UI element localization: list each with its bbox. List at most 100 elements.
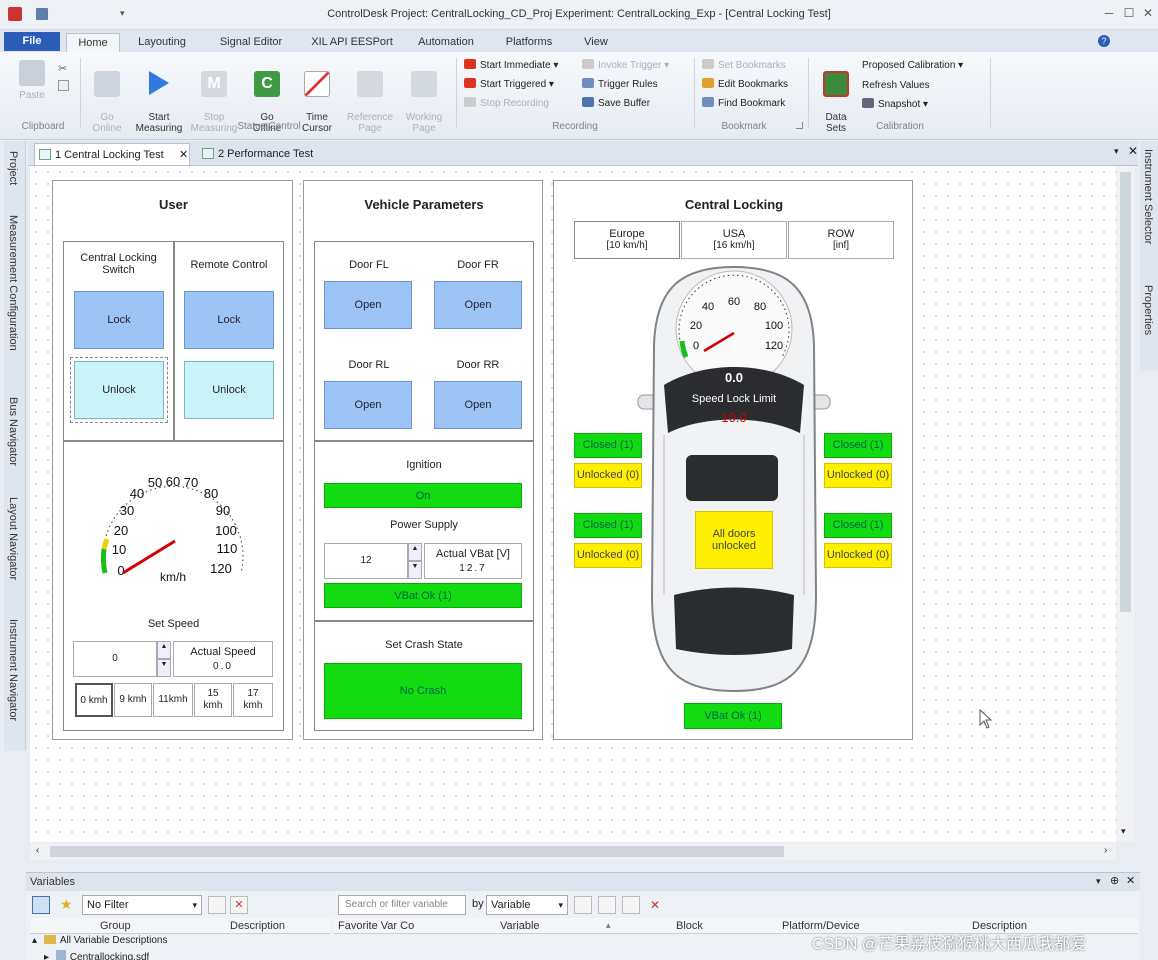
filter-funnel-icon[interactable] (208, 896, 226, 914)
trigger-rules-button[interactable]: Trigger Rules (582, 77, 658, 93)
snapshot-button[interactable]: Snapshot ▾ (862, 97, 928, 113)
nav-layout-navigator[interactable]: Layout Navigator (7, 497, 19, 580)
speed-11-button[interactable]: 11kmh (153, 683, 193, 717)
clear-filter-icon[interactable]: ✕ (230, 896, 248, 914)
vbat-input[interactable]: 12 (324, 543, 408, 579)
tab-view[interactable]: View (574, 33, 618, 52)
nav-instrument-navigator[interactable]: Instrument Navigator (7, 619, 19, 721)
scroll-down-icon[interactable]: ▾ (1121, 826, 1126, 837)
close-icon[interactable]: ✕ (1139, 6, 1157, 22)
tab-automation[interactable]: Automation (408, 33, 484, 52)
door-fl-open-button[interactable]: Open (324, 281, 412, 329)
tab-home[interactable]: Home (66, 33, 120, 52)
col-block-header[interactable]: Block (676, 920, 703, 932)
col-description-header[interactable]: Description (230, 920, 285, 932)
cls-unlock-button[interactable]: Unlock (70, 357, 168, 423)
scroll-right-icon[interactable]: › (1104, 845, 1107, 856)
refresh-values-button[interactable]: Refresh Values (862, 78, 930, 94)
tab-xil-api[interactable]: XIL API EESPort (304, 33, 400, 52)
rear-window (674, 587, 794, 655)
nav-bus-navigator[interactable]: Bus Navigator (7, 397, 19, 466)
tab-list-dropdown-icon[interactable]: ▾ (1114, 146, 1119, 157)
close-tab-icon[interactable]: ✕ (179, 144, 188, 166)
tree-row-child[interactable]: ▸ Centrallocking.sdf (44, 950, 149, 960)
fl-closed-indicator: Closed (1) (574, 433, 642, 458)
close-document-icon[interactable]: ✕ (1128, 144, 1138, 158)
col-favorite-header[interactable]: Favorite Var Co (338, 920, 414, 932)
nav-properties[interactable]: Properties (1142, 285, 1154, 335)
speed-9-button[interactable]: 9 kmh (114, 683, 152, 717)
nav-instrument-selector[interactable]: Instrument Selector (1142, 149, 1154, 244)
minimize-icon[interactable]: ─ (1100, 6, 1118, 22)
door-rr-open-button[interactable]: Open (434, 381, 522, 429)
ignition-toggle[interactable]: On (324, 483, 522, 508)
speed-spin-down[interactable]: ▼ (157, 659, 171, 677)
by-label: by (472, 898, 484, 910)
door-fr-open-button[interactable]: Open (434, 281, 522, 329)
edit-bookmarks-button[interactable]: Edit Bookmarks (702, 77, 788, 93)
remote-unlock-button[interactable]: Unlock (184, 361, 274, 419)
file-tab[interactable]: File (4, 32, 60, 51)
maximize-icon[interactable]: ☐ (1120, 6, 1138, 22)
region-tab-usa[interactable]: USA [16 km/h] (681, 221, 787, 259)
layout-icon (202, 148, 214, 159)
set-bookmarks-button[interactable]: Set Bookmarks (702, 58, 786, 74)
speed-17-button[interactable]: 17 kmh (233, 683, 273, 717)
speed-0-button[interactable]: 0 kmh (75, 683, 113, 717)
stop-recording-button[interactable]: Stop Recording (464, 96, 549, 112)
nav-project[interactable]: Project (7, 151, 19, 185)
toolbar-icon-3[interactable] (622, 896, 640, 914)
close-pane-icon[interactable]: ✕ (1126, 874, 1135, 887)
set-speed-input[interactable]: 0 (73, 641, 157, 677)
tab-signal-editor[interactable]: Signal Editor (206, 33, 296, 52)
pane-dropdown-icon[interactable]: ▾ (1096, 876, 1101, 887)
toolbar-icon-1[interactable] (574, 896, 592, 914)
horizontal-scroll-thumb[interactable] (50, 846, 784, 857)
file-icon (55, 950, 66, 960)
paste-button[interactable]: Paste (12, 60, 52, 101)
toolbar-clear-icon[interactable]: ✕ (646, 896, 664, 914)
vertical-scrollbar[interactable]: ▾ (1117, 166, 1135, 842)
vertical-scroll-thumb[interactable] (1120, 172, 1131, 612)
pin-icon[interactable]: ⊕ (1110, 874, 1119, 887)
speed-15-button[interactable]: 15 kmh (194, 683, 232, 717)
separator (808, 58, 809, 128)
col-variable-header[interactable]: Variable (500, 920, 540, 932)
record-icon (464, 59, 476, 69)
edit-bookmarks-label: Edit Bookmarks (718, 79, 789, 90)
proposed-calibration-button[interactable]: Proposed Calibration ▾ (862, 58, 963, 74)
speed-spin-up[interactable]: ▲ (157, 641, 171, 659)
region-tab-europe[interactable]: Europe [10 km/h] (574, 221, 680, 259)
start-immediate-button[interactable]: Start Immediate ▾ (464, 58, 558, 74)
variable-tree-view-icon[interactable] (32, 896, 50, 914)
variable-search-input[interactable]: Search or filter variable (338, 895, 466, 915)
remote-lock-button[interactable]: Lock (184, 291, 274, 349)
copy-icon[interactable] (58, 80, 69, 91)
dialog-launcher-icon[interactable] (796, 122, 803, 129)
tab-platforms[interactable]: Platforms (494, 33, 564, 52)
horizontal-scrollbar[interactable]: ‹ › (30, 843, 1116, 860)
tab-layouting[interactable]: Layouting (128, 33, 196, 52)
door-rl-open-button[interactable]: Open (324, 381, 412, 429)
invoke-trigger-button[interactable]: Invoke Trigger ▾ (582, 58, 669, 74)
find-bookmark-button[interactable]: Find Bookmark (702, 96, 785, 112)
cls-lock-button[interactable]: Lock (74, 291, 164, 349)
col-group-header[interactable]: Group (100, 920, 131, 932)
tree-row-root[interactable]: ▴ All Variable Descriptions (32, 935, 167, 946)
region-tab-row[interactable]: ROW [inf] (788, 221, 894, 259)
cut-icon[interactable]: ✂ (58, 62, 67, 75)
tab-central-locking-test[interactable]: 1 Central Locking Test ✕ (34, 143, 190, 165)
help-icon[interactable]: ? (1098, 35, 1110, 47)
start-triggered-button[interactable]: Start Triggered ▾ (464, 77, 554, 93)
tab-performance-test[interactable]: 2 Performance Test (198, 143, 330, 165)
favorite-star-icon[interactable]: ★ (60, 896, 73, 913)
search-by-select[interactable]: Variable ▾ (486, 895, 568, 915)
vbat-spin-down[interactable]: ▼ (408, 561, 422, 579)
scroll-left-icon[interactable]: ‹ (36, 845, 39, 856)
save-buffer-button[interactable]: Save Buffer (582, 96, 650, 112)
toolbar-icon-2[interactable] (598, 896, 616, 914)
nav-measurement-configuration[interactable]: Measurement Configuration (7, 215, 19, 351)
crash-state-button[interactable]: No Crash (324, 663, 522, 719)
vbat-spin-up[interactable]: ▲ (408, 543, 422, 561)
filter-select[interactable]: No Filter ▾ (82, 895, 202, 915)
